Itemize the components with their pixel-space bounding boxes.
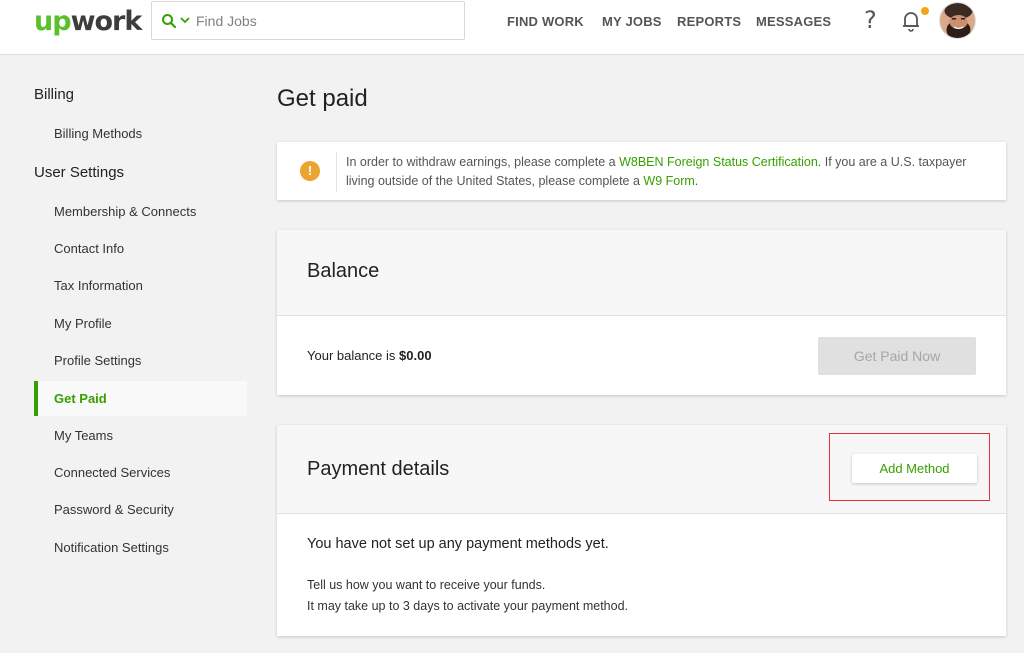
alert-text: In order to withdraw earnings, please co… (346, 155, 620, 169)
sidebar-item-get-paid[interactable]: Get Paid (34, 381, 247, 416)
logo-work: work (70, 6, 143, 37)
help-line: Tell us how you want to receive your fun… (307, 578, 546, 592)
w9-link[interactable]: W9 Form (643, 174, 694, 188)
add-method-button[interactable]: Add Method (852, 454, 977, 483)
nav-messages[interactable]: MESSAGES (756, 14, 831, 29)
nav-find-work[interactable]: FIND WORK (507, 14, 584, 29)
empty-message: You have not set up any payment methods … (307, 536, 609, 552)
sidebar-item-billing-methods[interactable]: Billing Methods (34, 116, 247, 151)
logo-up: up (34, 6, 72, 37)
balance-label: Your balance is (307, 348, 400, 363)
avatar[interactable] (939, 2, 976, 39)
bell-icon[interactable] (900, 10, 922, 32)
top-header: upwork FIND WORK MY JOBS REPORTS MESSAGE… (0, 0, 1024, 55)
balance-card: Balance Your balance is $0.00 Get Paid N… (277, 230, 1006, 395)
nav-my-jobs[interactable]: MY JOBS (602, 14, 662, 29)
balance-header: Balance (277, 230, 1006, 316)
search-input[interactable] (196, 10, 456, 32)
alert-message: In order to withdraw earnings, please co… (346, 153, 996, 191)
balance-text: Your balance is $0.00 (307, 348, 432, 363)
tax-alert: ! In order to withdraw earnings, please … (277, 142, 1006, 200)
sidebar-item-connected-services[interactable]: Connected Services (34, 455, 247, 490)
get-paid-now-button[interactable]: Get Paid Now (818, 337, 976, 375)
notification-dot (921, 7, 929, 15)
sidebar-item-tax-information[interactable]: Tax Information (34, 268, 247, 303)
sidebar-item-notification-settings[interactable]: Notification Settings (34, 530, 247, 565)
chevron-down-icon[interactable] (179, 14, 191, 26)
sidebar-heading-user-settings: User Settings (34, 164, 125, 181)
sidebar-item-membership[interactable]: Membership & Connects (34, 194, 247, 229)
sidebar-item-my-teams[interactable]: My Teams (34, 418, 247, 453)
help-icon[interactable]: ? (864, 6, 877, 34)
search-box (151, 1, 465, 40)
search-icon[interactable] (161, 13, 177, 29)
sidebar-item-my-profile[interactable]: My Profile (34, 306, 247, 341)
sidebar-item-password-security[interactable]: Password & Security (34, 492, 247, 527)
balance-amount: $0.00 (399, 348, 432, 363)
payment-title: Payment details (307, 458, 450, 480)
alert-divider (336, 152, 337, 192)
w8ben-link[interactable]: W8BEN Foreign Status Certification (619, 155, 818, 169)
upwork-logo[interactable]: upwork (34, 6, 143, 37)
sidebar-item-profile-settings[interactable]: Profile Settings (34, 343, 247, 378)
page-title: Get paid (277, 85, 368, 112)
nav-reports[interactable]: REPORTS (677, 14, 741, 29)
sidebar-item-contact-info[interactable]: Contact Info (34, 231, 247, 266)
help-line: It may take up to 3 days to activate you… (307, 599, 629, 613)
payment-details-card: Payment details Add Method You have not … (277, 425, 1006, 636)
payment-header: Payment details Add Method (277, 425, 1006, 514)
alert-text: . (694, 174, 699, 188)
warning-icon: ! (300, 161, 320, 181)
sidebar-heading-billing: Billing (34, 86, 75, 103)
balance-title: Balance (307, 260, 380, 282)
